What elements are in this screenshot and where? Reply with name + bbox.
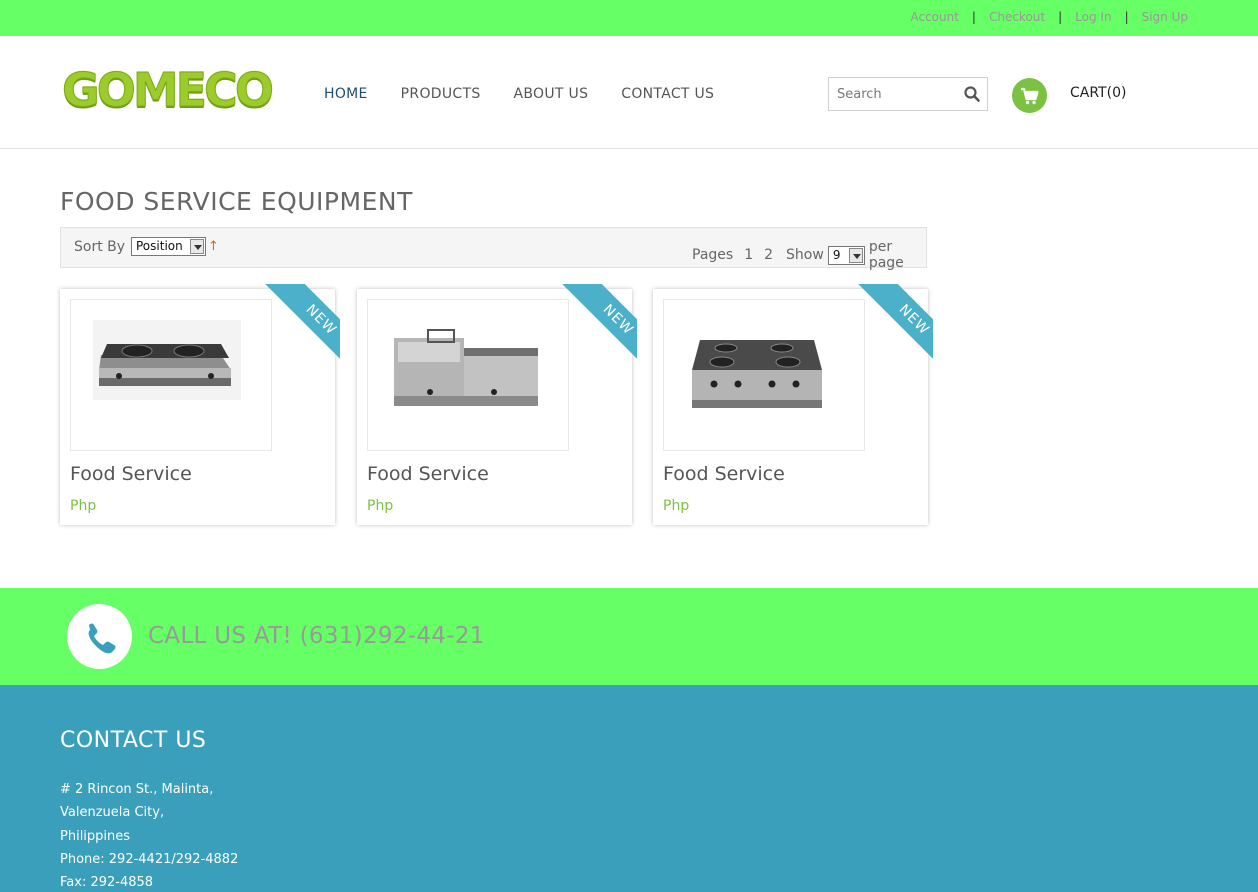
new-badge: NEW — [834, 284, 933, 383]
link-separator: | — [971, 10, 976, 24]
logo-text: GOMECO — [62, 63, 275, 117]
sort-toolbar: Sort By Position ↑ Pages 1 2 Show 9 per … — [60, 227, 927, 271]
link-separator: | — [1058, 10, 1063, 24]
search-input[interactable] — [829, 78, 957, 110]
new-badge: NEW — [538, 284, 637, 383]
per-page-select[interactable]: 9 — [827, 245, 865, 265]
cart-link[interactable]: CART(0) — [1070, 85, 1126, 101]
search-box — [828, 77, 988, 111]
product-name[interactable]: Food Service — [367, 463, 489, 485]
product-name[interactable]: Food Service — [663, 463, 785, 485]
account-link[interactable]: Account — [910, 10, 958, 24]
phone-icon — [67, 604, 132, 669]
new-badge-label: NEW — [558, 284, 637, 380]
signup-link[interactable]: Sign Up — [1142, 10, 1188, 24]
login-link[interactable]: Log In — [1075, 10, 1111, 24]
sort-select-value: Position — [136, 239, 183, 253]
checkout-link[interactable]: Checkout — [989, 10, 1045, 24]
nav-products[interactable]: PRODUCTS — [401, 86, 481, 102]
pagination: Pages 1 2 Show 9 per page — [692, 239, 926, 271]
product-name[interactable]: Food Service — [70, 463, 192, 485]
page-title: FOOD SERVICE EQUIPMENT — [60, 187, 413, 216]
site-footer: CONTACT US # 2 Rincon St., Malinta, Vale… — [0, 685, 1258, 892]
show-label: Show — [786, 247, 824, 263]
call-us-bar: CALL US AT! (631)292-44-21 — [0, 588, 1258, 685]
per-page-label: per page — [868, 239, 904, 271]
sort-direction-icon[interactable]: ↑ — [208, 239, 219, 254]
nav-contact-us[interactable]: CONTACT US — [621, 86, 714, 102]
call-us-text: CALL US AT! (631)292-44-21 — [148, 623, 485, 649]
search-icon[interactable] — [963, 85, 981, 103]
new-badge-label: NEW — [261, 284, 340, 380]
product-price: Php — [663, 498, 690, 514]
top-bar: Account | Checkout | Log In | Sign Up — [0, 0, 1258, 36]
link-separator: | — [1124, 10, 1129, 24]
address-line: # 2 Rincon St., Malinta, — [60, 782, 214, 797]
main-nav: HOME PRODUCTS ABOUT US CONTACT US — [324, 86, 747, 102]
site-header: GOMECO HOME PRODUCTS ABOUT US CONTACT US… — [0, 36, 1258, 149]
footer-address: # 2 Rincon St., Malinta, Valenzuela City… — [60, 778, 238, 892]
product-card[interactable]: NEW Food Service Php — [357, 284, 637, 525]
page-link-2[interactable]: 2 — [764, 247, 773, 263]
address-line: Philippines — [60, 828, 131, 844]
sort-by-label: Sort By — [74, 239, 126, 255]
pages-label: Pages — [692, 247, 734, 263]
nav-home[interactable]: HOME — [324, 86, 368, 102]
phone-line: Phone: 292-4421/292-4882 — [60, 851, 239, 867]
account-links: Account | Checkout | Log In | Sign Up — [910, 10, 1188, 24]
new-badge-label: NEW — [854, 284, 933, 380]
chevron-down-icon — [190, 239, 204, 254]
address-line: Valenzuela City, — [60, 805, 165, 821]
product-card[interactable]: NEW Food Service Php — [60, 284, 340, 525]
nav-about-us[interactable]: ABOUT US — [514, 86, 589, 102]
page-link-1[interactable]: 1 — [744, 247, 753, 263]
new-badge: NEW — [241, 284, 340, 383]
footer-heading: CONTACT US — [60, 728, 207, 753]
chevron-down-icon — [848, 247, 863, 263]
fax-line: Fax: 292-4858 — [60, 875, 154, 891]
product-card[interactable]: NEW Food Service Php — [653, 284, 933, 525]
product-price: Php — [367, 498, 394, 514]
sort-select[interactable]: Position — [131, 237, 206, 256]
site-logo[interactable]: GOMECO — [62, 66, 275, 115]
shopping-cart-icon[interactable] — [1012, 78, 1047, 113]
product-price: Php — [70, 498, 97, 514]
per-page-value: 9 — [832, 247, 841, 262]
